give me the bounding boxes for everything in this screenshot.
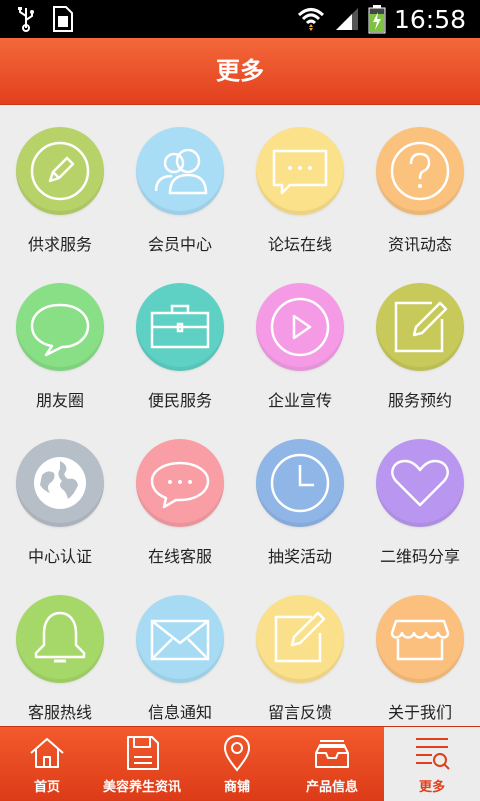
grid-item-label: 服务预约 — [387, 391, 452, 410]
nav-item-more[interactable]: 更多 — [384, 727, 480, 801]
grid-item-label: 关于我们 — [387, 703, 452, 722]
chat-bubble-icon — [272, 149, 328, 195]
grid-item-label: 便民服务 — [147, 391, 212, 410]
title-bar: 更多 — [0, 38, 480, 105]
grid-item-label: 企业宣传 — [267, 391, 332, 410]
clock-icon — [270, 453, 330, 513]
grid-item-feedback[interactable]: 留言反馈 — [240, 573, 360, 725]
save-icon — [127, 736, 159, 770]
grid-item-label: 供求服务 — [27, 235, 92, 254]
grid-item-center-certification[interactable]: 中心认证 — [0, 417, 120, 573]
grid-item-service-booking[interactable]: 服务预约 — [360, 261, 480, 417]
notification-icons — [14, 6, 76, 32]
battery-icon — [368, 5, 386, 34]
mail-icon — [150, 619, 210, 661]
grid-item-notifications[interactable]: 信息通知 — [120, 573, 240, 725]
pencil-icon — [30, 141, 90, 201]
speech-bubble-icon — [30, 303, 90, 357]
sim-card-icon — [53, 6, 73, 32]
edit-icon — [394, 301, 448, 353]
more-search-icon — [416, 738, 450, 770]
grid-item-qr-share[interactable]: 二维码分享 — [360, 417, 480, 573]
grid-item-label: 资讯动态 — [387, 235, 452, 254]
play-icon — [270, 297, 330, 357]
grid-item-about-us[interactable]: 关于我们 — [360, 573, 480, 725]
grid-item-label: 中心认证 — [27, 547, 92, 566]
system-indicators: 16:58 — [296, 0, 466, 38]
grid-item-moments[interactable]: 朋友圈 — [0, 261, 120, 417]
grid-item-label: 信息通知 — [147, 703, 212, 722]
grid-item-lottery[interactable]: 抽奖活动 — [240, 417, 360, 573]
note-icon — [274, 611, 326, 663]
wifi-icon — [297, 8, 324, 31]
briefcase-icon — [150, 304, 210, 349]
usb-icon — [18, 7, 34, 32]
grid-item-service-hotline[interactable]: 客服热线 — [0, 573, 120, 725]
grid-item-news-updates[interactable]: 资讯动态 — [360, 105, 480, 261]
grid-item-label: 会员中心 — [147, 235, 212, 254]
store-icon — [390, 619, 450, 661]
question-icon — [390, 141, 450, 201]
heart-icon — [391, 459, 449, 507]
nav-label: 美容养生资讯 — [102, 780, 181, 795]
grid-item-forum-online[interactable]: 论坛在线 — [240, 105, 360, 261]
chat-dots-icon — [150, 461, 210, 509]
signal-icon — [335, 8, 358, 30]
nav-item-products[interactable]: 产品信息 — [285, 727, 379, 801]
users-icon — [154, 148, 208, 195]
globe-icon — [34, 457, 86, 509]
home-icon — [30, 738, 64, 768]
grid-item-label: 客服热线 — [27, 703, 92, 722]
grid-item-online-support[interactable]: 在线客服 — [120, 417, 240, 573]
nav-label: 商铺 — [223, 780, 250, 795]
nav-item-beauty-news[interactable]: 美容养生资讯 — [95, 727, 189, 801]
feature-grid: 供求服务 会员中心 论坛在线 资讯动态 朋友圈 便民服务 企业宣传 服务预约 中… — [0, 105, 480, 725]
grid-item-convenience-services[interactable]: 便民服务 — [120, 261, 240, 417]
grid-item-label: 在线客服 — [147, 547, 212, 566]
page-title: 更多 — [216, 57, 264, 85]
nav-item-home[interactable]: 首页 — [0, 727, 94, 801]
grid-item-supply-demand[interactable]: 供求服务 — [0, 105, 120, 261]
grid-item-label: 二维码分享 — [379, 547, 460, 566]
grid-item-label: 留言反馈 — [267, 703, 332, 722]
nav-label: 首页 — [33, 780, 60, 795]
status-clock: 16:58 — [393, 4, 466, 34]
grid-item-label: 朋友圈 — [35, 391, 84, 410]
grid-item-label: 论坛在线 — [267, 235, 332, 254]
grid-item-label: 抽奖活动 — [267, 547, 332, 566]
status-bar: 16:58 — [0, 0, 480, 38]
inbox-icon — [315, 740, 349, 768]
nav-label: 产品信息 — [305, 780, 358, 795]
location-pin-icon — [223, 734, 251, 772]
grid-item-member-center[interactable]: 会员中心 — [120, 105, 240, 261]
nav-label: 更多 — [418, 780, 445, 795]
bottom-nav: 首页 美容养生资讯 商铺 产品信息 更多 — [0, 726, 480, 801]
grid-item-corporate-promo[interactable]: 企业宣传 — [240, 261, 360, 417]
bell-icon — [34, 611, 86, 663]
nav-item-shops[interactable]: 商铺 — [190, 727, 284, 801]
